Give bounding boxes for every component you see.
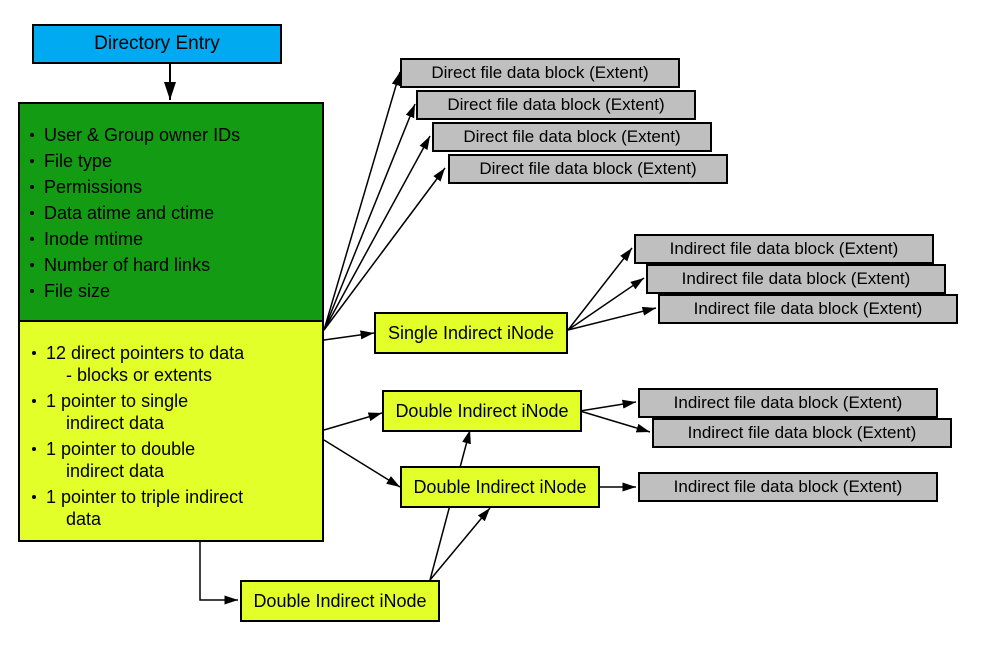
ptr-item: 1 pointer to single indirect data bbox=[32, 390, 312, 434]
directory-entry-box: Directory Entry bbox=[32, 24, 282, 64]
ptr-item: 12 direct pointers to data - blocks or e… bbox=[32, 342, 312, 386]
indirect-extent: Indirect file data block (Extent) bbox=[652, 418, 952, 448]
meta-item: User & Group owner IDs bbox=[30, 124, 312, 146]
single-indirect-inode: Single Indirect iNode bbox=[374, 312, 568, 354]
indirect-extent: Indirect file data block (Extent) bbox=[638, 472, 938, 502]
indirect-extent: Indirect file data block (Extent) bbox=[646, 264, 946, 294]
indirect-extent: Indirect file data block (Extent) bbox=[638, 388, 938, 418]
inode-metadata-box: User & Group owner IDs File type Permiss… bbox=[18, 102, 324, 322]
meta-item: File type bbox=[30, 150, 312, 172]
double-indirect-inode-bottom: Double Indirect iNode bbox=[240, 580, 440, 622]
direct-extent: Direct file data block (Extent) bbox=[432, 122, 712, 152]
direct-extent: Direct file data block (Extent) bbox=[400, 58, 680, 88]
indirect-extent: Indirect file data block (Extent) bbox=[658, 294, 958, 324]
directory-entry-label: Directory Entry bbox=[94, 33, 220, 55]
indirect-extent: Indirect file data block (Extent) bbox=[634, 234, 934, 264]
ptr-item: 1 pointer to double indirect data bbox=[32, 438, 312, 482]
meta-item: Data atime and ctime bbox=[30, 202, 312, 224]
meta-item: Number of hard links bbox=[30, 254, 312, 276]
meta-item: File size bbox=[30, 280, 312, 302]
inode-pointers-box: 12 direct pointers to data - blocks or e… bbox=[18, 322, 324, 542]
direct-extent: Direct file data block (Extent) bbox=[416, 90, 696, 120]
inode-pointers-list: 12 direct pointers to data - blocks or e… bbox=[32, 342, 312, 530]
meta-item: Permissions bbox=[30, 176, 312, 198]
direct-extent: Direct file data block (Extent) bbox=[448, 154, 728, 184]
ptr-item: 1 pointer to triple indirect data bbox=[32, 486, 312, 530]
inode-metadata-list: User & Group owner IDs File type Permiss… bbox=[30, 124, 312, 302]
meta-item: Inode mtime bbox=[30, 228, 312, 250]
double-indirect-inode: Double Indirect iNode bbox=[400, 466, 600, 508]
double-indirect-inode: Double Indirect iNode bbox=[382, 390, 582, 432]
diagram-stage: Directory Entry User & Group owner IDs F… bbox=[0, 0, 985, 657]
